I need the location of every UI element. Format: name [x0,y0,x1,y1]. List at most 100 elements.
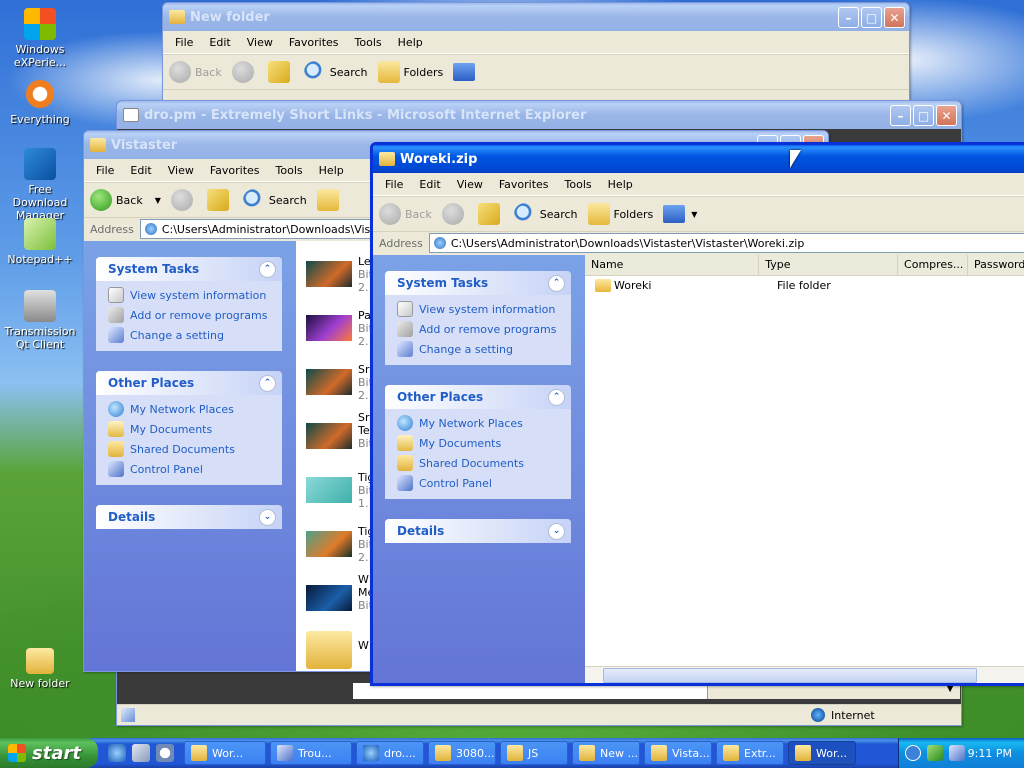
menu-view[interactable]: View [449,178,491,191]
file-thumbnail[interactable] [306,369,352,395]
menu-view[interactable]: View [239,36,281,49]
minimize-button[interactable]: – [890,105,911,126]
maximize-button[interactable]: □ [913,105,934,126]
other-places-header[interactable]: Other Places ⌃ [385,385,571,409]
file-thumbnail[interactable] [306,531,352,557]
task-view-system-information[interactable]: View system information [397,299,571,319]
close-button[interactable]: ✕ [884,7,905,28]
column-type[interactable]: Type [759,255,899,275]
desktop-icon-windows-experience[interactable]: Windows eXPerie... [0,8,80,69]
file-thumbnail[interactable] [306,585,352,611]
window-new-folder[interactable]: New folder – □ ✕ File Edit View Favorite… [162,2,910,104]
clock[interactable]: 9:11 PM [968,747,1012,760]
internet-explorer-icon[interactable] [108,744,126,762]
folders-button[interactable]: Folders [377,61,443,83]
address-input[interactable]: C:\Users\Administrator\Downloads\Vistast… [428,233,1024,253]
menu-view[interactable]: View [160,164,202,177]
task-button[interactable]: New ... [572,741,640,765]
menu-file[interactable]: File [377,178,411,191]
desktop-icon-free-download-manager[interactable]: Free Download Manager [0,148,80,222]
expand-chevron-icon[interactable]: ⌄ [548,522,565,540]
menu-file[interactable]: File [88,164,122,177]
views-button[interactable] [453,63,479,81]
task-add-remove-programs[interactable]: Add or remove programs [108,305,282,325]
back-button[interactable]: Back [379,203,432,225]
task-button[interactable]: Vista... [644,741,712,765]
minimize-button[interactable]: – [838,7,859,28]
place-shared-documents[interactable]: Shared Documents [108,439,282,459]
place-my-documents[interactable]: My Documents [397,433,571,453]
back-button[interactable]: Back [169,61,222,83]
desktop-icon-notepad-plus-plus[interactable]: Notepad++ [0,218,80,266]
tray-expand-icon[interactable] [905,745,921,761]
column-password[interactable]: Password [968,255,1024,275]
file-thumbnail[interactable] [306,261,352,287]
menu-help[interactable]: Help [390,36,431,49]
menu-tools[interactable]: Tools [347,36,390,49]
task-button[interactable]: JS [500,741,568,765]
scrollbar-thumb[interactable] [603,668,977,683]
forward-button[interactable] [231,61,258,83]
forward-button[interactable] [441,203,468,225]
place-shared-documents[interactable]: Shared Documents [397,453,571,473]
menu-file[interactable]: File [167,36,201,49]
details-header[interactable]: Details ⌄ [385,519,571,543]
media-player-icon[interactable] [156,744,174,762]
maximize-button[interactable]: □ [861,7,882,28]
collapse-chevron-icon[interactable]: ⌃ [259,374,276,392]
menu-favorites[interactable]: Favorites [281,36,347,49]
search-button[interactable]: Search [303,61,368,83]
file-thumbnail[interactable] [306,477,352,503]
desktop-icon-transmission[interactable]: Transmission Qt Client [0,290,80,351]
collapse-chevron-icon[interactable]: ⌃ [548,388,565,406]
task-button[interactable]: Extr... [716,741,784,765]
title-bar[interactable]: New folder – □ ✕ [163,3,909,31]
menu-edit[interactable]: Edit [122,164,159,177]
close-button[interactable]: ✕ [936,105,957,126]
back-button[interactable]: Back ▼ [90,189,161,211]
place-my-documents[interactable]: My Documents [108,419,282,439]
task-button[interactable]: dro.... [356,741,424,765]
file-thumbnail[interactable] [306,315,352,341]
menu-edit[interactable]: Edit [201,36,238,49]
menu-favorites[interactable]: Favorites [202,164,268,177]
desktop-icon-new-folder[interactable]: New folder [0,648,80,690]
folders-button[interactable]: Folders [587,203,653,225]
folders-button[interactable] [316,189,343,211]
file-thumbnail[interactable] [306,423,352,449]
network-icon[interactable] [949,745,965,761]
other-places-header[interactable]: Other Places ⌃ [96,371,282,395]
title-bar[interactable]: dro.pm - Extremely Short Links - Microso… [117,101,961,129]
details-header[interactable]: Details ⌄ [96,505,282,529]
place-control-panel[interactable]: Control Panel [108,459,282,479]
title-bar[interactable]: Woreki.zip [373,145,1024,173]
column-compressed[interactable]: Compres... [898,255,968,275]
collapse-chevron-icon[interactable]: ⌃ [259,260,276,278]
task-change-setting[interactable]: Change a setting [108,325,282,345]
place-control-panel[interactable]: Control Panel [397,473,571,493]
menu-tools[interactable]: Tools [557,178,600,191]
system-tasks-header[interactable]: System Tasks ⌃ [96,257,282,281]
menu-help[interactable]: Help [600,178,641,191]
up-button[interactable] [477,203,504,225]
task-button-active[interactable]: Wor... [788,741,856,765]
window-woreki-zip[interactable]: Woreki.zip File Edit View Favorites Tool… [370,142,1024,686]
search-button[interactable]: Search [513,203,578,225]
menu-tools[interactable]: Tools [268,164,311,177]
menu-edit[interactable]: Edit [411,178,448,191]
tray-app-icon[interactable] [927,745,943,761]
start-button[interactable]: start [0,738,98,768]
place-my-network-places[interactable]: My Network Places [397,413,571,433]
task-button[interactable]: Trou... [270,741,352,765]
search-button[interactable]: Search [242,189,307,211]
up-button[interactable] [206,189,233,211]
task-change-setting[interactable]: Change a setting [397,339,571,359]
system-tasks-header[interactable]: System Tasks ⌃ [385,271,571,295]
expand-chevron-icon[interactable]: ⌄ [259,508,276,526]
views-button[interactable]: ▼ [663,205,697,223]
task-add-remove-programs[interactable]: Add or remove programs [397,319,571,339]
menu-favorites[interactable]: Favorites [491,178,557,191]
task-button[interactable]: 3080... [428,741,496,765]
forward-button[interactable] [170,189,197,211]
task-view-system-information[interactable]: View system information [108,285,282,305]
